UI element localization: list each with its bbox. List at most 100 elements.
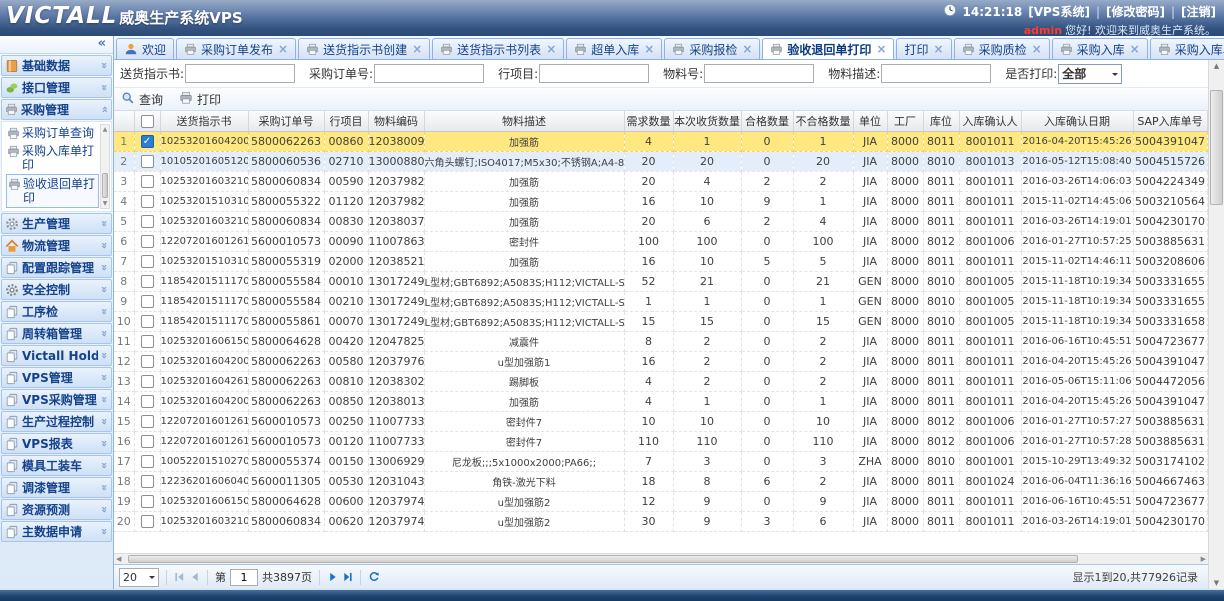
table-row[interactable]: 20 1025320160321085800060834006201203797… bbox=[114, 511, 1207, 531]
tab-item[interactable]: 采购质检 × bbox=[954, 38, 1050, 59]
filter-input[interactable] bbox=[881, 64, 991, 83]
scroll-up-icon[interactable]: ▲ bbox=[101, 126, 109, 133]
row-checkbox[interactable] bbox=[141, 395, 154, 408]
row-checkbox[interactable] bbox=[141, 255, 154, 268]
table-row[interactable]: 15 1220720160126195600010573002501100773… bbox=[114, 411, 1207, 431]
table-row[interactable]: 18 1223620160604075600011305005301203104… bbox=[114, 471, 1207, 491]
filter-input[interactable] bbox=[185, 64, 295, 83]
search-button[interactable]: 查询 bbox=[121, 91, 163, 108]
link-logout[interactable]: [注销] bbox=[1181, 3, 1216, 20]
table-row[interactable]: 17 1005220151027055800055374001501300692… bbox=[114, 451, 1207, 471]
sidebar-group[interactable]: 调漆管理 » bbox=[1, 477, 112, 498]
sidebar-group[interactable]: 接口管理 » bbox=[1, 77, 112, 98]
tab-active[interactable]: 验收退回单打印 × bbox=[762, 38, 894, 60]
row-checkbox[interactable] bbox=[141, 235, 154, 248]
column-header[interactable]: 物料描述 bbox=[424, 111, 624, 131]
row-checkbox[interactable] bbox=[141, 195, 154, 208]
table-row[interactable]: 9 11854201511170158000555840021013017249… bbox=[114, 291, 1207, 311]
tab-item[interactable]: 送货指示书列表 × bbox=[432, 38, 564, 59]
tab-item[interactable]: 采购入库单打印 × bbox=[1150, 38, 1224, 59]
page-size-select[interactable]: 20 bbox=[119, 568, 159, 587]
close-icon[interactable]: × bbox=[876, 44, 886, 54]
table-row[interactable]: 8 11854201511170158000555840001013017249… bbox=[114, 271, 1207, 291]
column-header[interactable]: 需求数量 bbox=[624, 111, 673, 131]
column-header[interactable]: 入库确认日期 bbox=[1021, 111, 1133, 131]
table-row[interactable]: 6 12207201601261956000105730009011007863… bbox=[114, 231, 1207, 251]
column-header[interactable]: 送货指示书 bbox=[160, 111, 248, 131]
select-all-header[interactable] bbox=[134, 111, 160, 131]
next-page-button[interactable] bbox=[327, 571, 338, 583]
sidebar-group[interactable]: Victall Holding » bbox=[1, 345, 112, 366]
row-checkbox[interactable] bbox=[141, 175, 154, 188]
sidebar-group[interactable]: 工序检 » bbox=[1, 301, 112, 322]
scroll-down-icon[interactable]: ▼ bbox=[101, 200, 109, 207]
row-checkbox[interactable] bbox=[141, 275, 154, 288]
close-icon[interactable]: × bbox=[278, 44, 288, 54]
row-checkbox[interactable] bbox=[141, 495, 154, 508]
print-filter-select[interactable]: 全部 bbox=[1058, 64, 1122, 84]
scroll-right-icon[interactable]: ▶ bbox=[1201, 555, 1206, 563]
table-row[interactable]: 5 10253201603210858000608340083012038037… bbox=[114, 211, 1207, 231]
column-header[interactable]: 行项目 bbox=[324, 111, 368, 131]
sidebar-collapse-button[interactable]: « bbox=[0, 36, 113, 54]
close-icon[interactable]: × bbox=[546, 44, 556, 54]
sidebar-group[interactable]: VPS报表 » bbox=[1, 433, 112, 454]
scroll-thumb[interactable] bbox=[102, 173, 108, 198]
column-header[interactable]: 不合格数量 bbox=[793, 111, 853, 131]
sidebar-group[interactable]: 资源预测 » bbox=[1, 499, 112, 520]
table-row[interactable]: 10 1185420151117015800055861000701301724… bbox=[114, 311, 1207, 331]
table-row[interactable]: 16 1220720160126195600010573001201100773… bbox=[114, 431, 1207, 451]
sidebar-group[interactable]: 模具工装车 » bbox=[1, 455, 112, 476]
hscroll-thumb[interactable] bbox=[128, 555, 1078, 563]
sidebar-group[interactable]: 配置跟踪管理 » bbox=[1, 257, 112, 278]
sidebar-item[interactable]: 验收退回单打印 bbox=[6, 174, 99, 208]
table-row[interactable]: 11 1025320160615065800064628004201204782… bbox=[114, 331, 1207, 351]
row-checkbox[interactable] bbox=[141, 515, 154, 528]
row-checkbox[interactable] bbox=[141, 435, 154, 448]
column-header[interactable]: 库位 bbox=[923, 111, 959, 131]
tab-item[interactable]: 超单入库 × bbox=[566, 38, 662, 59]
sidebar-group[interactable]: 主数据申请 » bbox=[1, 521, 112, 542]
tab-item[interactable]: 打印 × bbox=[896, 38, 951, 59]
sidebar-item[interactable]: 采购入库单打印 bbox=[6, 142, 99, 174]
column-header[interactable]: 工厂 bbox=[887, 111, 923, 131]
table-row[interactable]: 1 ✓1025320160420075800062263008601203800… bbox=[114, 131, 1207, 151]
print-button[interactable]: 打印 bbox=[179, 91, 221, 108]
tab-item[interactable]: 采购订单发布 × bbox=[176, 38, 296, 59]
row-checkbox[interactable] bbox=[141, 315, 154, 328]
vertical-scrollbar[interactable]: ▲ ▼ bbox=[1208, 60, 1224, 589]
row-checkbox[interactable] bbox=[141, 455, 154, 468]
close-icon[interactable]: × bbox=[412, 44, 422, 54]
tab-item[interactable]: 欢迎 bbox=[116, 38, 174, 59]
prev-page-button[interactable] bbox=[189, 571, 200, 583]
row-checkbox[interactable] bbox=[141, 295, 154, 308]
sidebar-group[interactable]: 周转箱管理 » bbox=[1, 323, 112, 344]
tab-item[interactable]: 送货指示书创建 × bbox=[298, 38, 430, 59]
submenu-scrollbar[interactable]: ▲ ▼ bbox=[100, 124, 110, 209]
link-vps-system[interactable]: [VPS系统] bbox=[1028, 3, 1090, 20]
vscroll-thumb[interactable] bbox=[1210, 90, 1223, 205]
row-checkbox[interactable] bbox=[141, 215, 154, 228]
sidebar-group[interactable]: 基础数据 » bbox=[1, 55, 112, 76]
row-checkbox[interactable] bbox=[141, 335, 154, 348]
row-checkbox[interactable] bbox=[141, 375, 154, 388]
sidebar-group[interactable]: VPS管理 » bbox=[1, 367, 112, 388]
sidebar-item[interactable]: 采购订单查询 bbox=[6, 124, 99, 142]
link-change-password[interactable]: [修改密码] bbox=[1106, 3, 1165, 20]
close-icon[interactable]: × bbox=[1032, 44, 1042, 54]
sidebar-group[interactable]: 安全控制 » bbox=[1, 279, 112, 300]
column-header[interactable]: 入库确认人 bbox=[959, 111, 1021, 131]
table-row[interactable]: 12 1025320160420075800062263005801203797… bbox=[114, 351, 1207, 371]
table-row[interactable]: 19 1025320160615065800064628006001203797… bbox=[114, 491, 1207, 511]
sidebar-group[interactable]: 生产过程控制 » bbox=[1, 411, 112, 432]
scroll-left-icon[interactable]: ◀ bbox=[116, 555, 121, 563]
first-page-button[interactable] bbox=[174, 571, 185, 583]
select-all-checkbox[interactable] bbox=[141, 115, 154, 128]
column-header[interactable]: 本次收货数量 bbox=[673, 111, 741, 131]
column-header[interactable]: 单位 bbox=[853, 111, 887, 131]
tab-item[interactable]: 采购入库 × bbox=[1052, 38, 1148, 59]
tab-item[interactable]: 采购报检 × bbox=[664, 38, 760, 59]
filter-input[interactable] bbox=[704, 64, 814, 83]
close-icon[interactable]: × bbox=[644, 44, 654, 54]
horizontal-scrollbar[interactable]: ◀ ▶ bbox=[114, 553, 1208, 564]
